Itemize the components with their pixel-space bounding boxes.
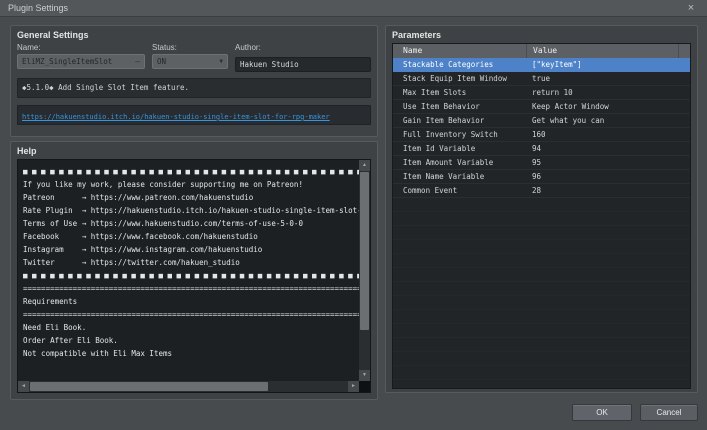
param-name-cell: Gain Item Behavior <box>403 116 485 125</box>
status-value: ON <box>157 57 167 66</box>
plugin-link-box: https://hakuenstudio.itch.io/hakuen-stud… <box>17 105 371 125</box>
table-row[interactable]: Max Item Slots return 10 <box>393 86 690 100</box>
help-line: Facebook → https://www.facebook.com/haku… <box>23 232 258 241</box>
window-title: Plugin Settings <box>8 3 69 13</box>
help-line: Twitter → https://twitter.com/hakuen_stu… <box>23 258 240 267</box>
param-name-cell: Stack Equip Item Window <box>403 74 507 83</box>
help-line: Rate Plugin → https://hakuenstudio.itch.… <box>23 206 359 215</box>
combo-dash-icon: — <box>135 57 140 66</box>
close-icon[interactable]: × <box>683 0 699 16</box>
cancel-button[interactable]: Cancel <box>640 404 698 421</box>
vertical-scroll-thumb[interactable] <box>360 172 369 330</box>
help-line: ========================================… <box>23 284 359 293</box>
param-name-cell: Max Item Slots <box>403 88 467 97</box>
scroll-right-icon[interactable]: ► <box>348 381 359 392</box>
help-horizontal-scrollbar[interactable]: ◄ ► <box>18 381 359 392</box>
titlebar[interactable]: Plugin Settings × <box>0 0 707 17</box>
table-row[interactable]: Stackable Categories ["keyItem"] <box>393 58 690 72</box>
table-row[interactable]: Full Inventory Switch 160 <box>393 128 690 142</box>
column-header-value: Value <box>526 44 678 58</box>
plugin-name-select[interactable]: EliMZ_SingleItemSlot — <box>17 54 145 69</box>
param-value-cell: true <box>532 74 551 83</box>
help-vertical-scrollbar[interactable]: ▲ ▼ <box>359 160 370 381</box>
table-row[interactable]: Use Item Behavior Keep Actor Window <box>393 100 690 114</box>
param-value-cell: Keep Actor Window <box>532 102 609 111</box>
param-value-cell: 160 <box>532 130 546 139</box>
param-value-cell: Get what you can <box>532 116 605 125</box>
scrollbar-corner <box>359 381 370 392</box>
params-table-filler <box>393 198 690 388</box>
author-input[interactable] <box>235 57 371 72</box>
param-value-cell: 28 <box>532 186 542 195</box>
name-label: Name: <box>17 43 41 52</box>
help-line: Requirements <box>23 297 78 306</box>
ok-button[interactable]: OK <box>572 404 632 421</box>
scroll-down-icon[interactable]: ▼ <box>359 370 370 381</box>
general-settings-title: General Settings <box>17 30 89 40</box>
help-line: Terms of Use → https://www.hakuenstudio.… <box>23 219 303 228</box>
param-name-cell: Item Id Variable <box>403 144 476 153</box>
help-line: ■ ■ ■ ■ ■ ■ ■ ■ ■ ■ ■ ■ ■ ■ ■ ■ ■ ■ ■ ■ … <box>23 271 359 280</box>
column-header-spacer <box>678 44 690 58</box>
help-line: Patreon → https://www.patreon.com/hakuen… <box>23 193 254 202</box>
plugin-description: ◆5.1.0◆ Add Single Slot Item feature. <box>17 78 371 98</box>
help-line: ========================================… <box>23 310 359 319</box>
help-line: Need Eli Book. <box>23 323 87 332</box>
table-row[interactable]: Item Amount Variable 95 <box>393 156 690 170</box>
help-line: Order After Eli Book. <box>23 336 118 345</box>
param-name-cell: Item Name Variable <box>403 172 485 181</box>
table-row[interactable]: Gain Item Behavior Get what you can <box>393 114 690 128</box>
horizontal-scroll-thumb[interactable] <box>30 382 268 391</box>
param-value-cell: 94 <box>532 144 542 153</box>
plugin-name-value: EliMZ_SingleItemSlot <box>22 57 113 66</box>
param-name-cell: Stackable Categories <box>403 60 494 69</box>
author-label: Author: <box>235 43 261 52</box>
params-rows: Stackable Categories ["keyItem"] Stack Equ… <box>393 58 690 198</box>
params-table-header: Name Value <box>393 44 690 58</box>
help-title: Help <box>17 146 37 156</box>
status-label: Status: <box>152 43 177 52</box>
help-text-area[interactable]: ■ ■ ■ ■ ■ ■ ■ ■ ■ ■ ■ ■ ■ ■ ■ ■ ■ ■ ■ ■ … <box>17 159 371 393</box>
plugin-link[interactable]: https://hakuenstudio.itch.io/hakuen-stud… <box>22 113 330 121</box>
help-line: ■ ■ ■ ■ ■ ■ ■ ■ ■ ■ ■ ■ ■ ■ ■ ■ ■ ■ ■ ■ … <box>23 167 359 176</box>
params-table[interactable]: Name Value Stackable Categories ["keyItem… <box>392 43 691 389</box>
param-value-cell: 96 <box>532 172 542 181</box>
table-row[interactable]: Common Event 28 <box>393 184 690 198</box>
param-name-cell: Use Item Behavior <box>403 102 480 111</box>
help-text: ■ ■ ■ ■ ■ ■ ■ ■ ■ ■ ■ ■ ■ ■ ■ ■ ■ ■ ■ ■ … <box>18 160 359 381</box>
table-row[interactable]: Stack Equip Item Window true <box>393 72 690 86</box>
param-value-cell: return 10 <box>532 88 573 97</box>
general-settings-group: General Settings Name: EliMZ_SingleItemS… <box>10 25 378 137</box>
param-name-cell: Common Event <box>403 186 458 195</box>
table-row[interactable]: Item Name Variable 96 <box>393 170 690 184</box>
param-name-cell: Full Inventory Switch <box>403 130 498 139</box>
parameters-title: Parameters <box>392 30 442 40</box>
plugin-settings-dialog: Plugin Settings × General Settings Name:… <box>0 0 707 430</box>
param-value-cell: 95 <box>532 158 542 167</box>
scroll-left-icon[interactable]: ◄ <box>18 381 29 392</box>
param-name-cell: Item Amount Variable <box>403 158 494 167</box>
param-value-cell: ["keyItem"] <box>532 60 582 69</box>
help-line: Not compatible with Eli Max Items <box>23 349 173 358</box>
column-header-name: Name <box>403 46 423 55</box>
status-select[interactable]: ON ▼ <box>152 54 228 69</box>
parameters-group: Parameters Name Value Stackable Categori… <box>385 25 698 393</box>
scroll-up-icon[interactable]: ▲ <box>359 160 370 171</box>
help-line: Instagram → https://www.instagram.com/ha… <box>23 245 263 254</box>
chevron-down-icon: ▼ <box>219 58 223 65</box>
table-row[interactable]: Item Id Variable 94 <box>393 142 690 156</box>
help-group: Help ■ ■ ■ ■ ■ ■ ■ ■ ■ ■ ■ ■ ■ ■ ■ ■ ■ ■… <box>10 141 378 400</box>
help-line: If you like my work, please consider sup… <box>23 180 303 189</box>
